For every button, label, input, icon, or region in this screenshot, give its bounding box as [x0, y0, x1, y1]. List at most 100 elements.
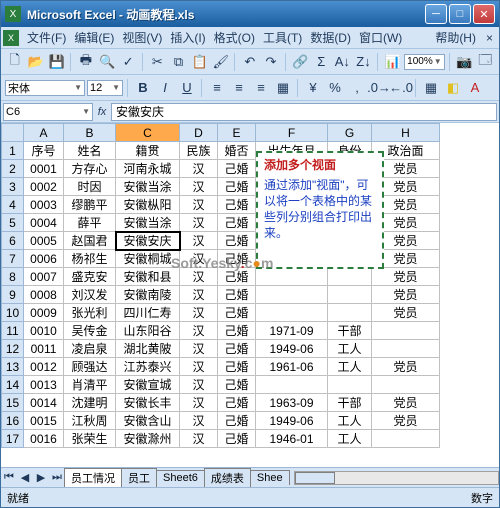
cell[interactable]: 干部	[328, 322, 372, 340]
cell[interactable]: 汉	[180, 304, 218, 322]
sort-desc-icon[interactable]: Z↓	[354, 52, 373, 72]
doc-close-button[interactable]: ×	[482, 31, 497, 45]
percent-icon[interactable]: %	[325, 78, 345, 98]
fill-color-icon[interactable]: ◧	[443, 78, 463, 98]
cell[interactable]: 工人	[328, 358, 372, 376]
inc-decimal-icon[interactable]: .0→	[369, 78, 389, 98]
cell[interactable]: 盛克安	[64, 268, 116, 286]
cell[interactable]: 党员	[372, 268, 440, 286]
cell[interactable]: 籍贯	[116, 142, 180, 160]
cell[interactable]: 汉	[180, 196, 218, 214]
cell[interactable]: 0010	[24, 322, 64, 340]
row-header[interactable]: 10	[2, 304, 24, 322]
cell[interactable]: 湖北黄陂	[116, 340, 180, 358]
cell[interactable]: 民族	[180, 142, 218, 160]
cell[interactable]: 1961-06	[256, 358, 328, 376]
print-icon[interactable]: 🖶	[76, 52, 95, 72]
cell[interactable]	[256, 286, 328, 304]
new-icon[interactable]: 🗋	[5, 52, 24, 72]
cell[interactable]: 党员	[372, 286, 440, 304]
cell[interactable]: 1949-06	[256, 340, 328, 358]
cell[interactable]: 己婚	[218, 340, 256, 358]
spell-icon[interactable]: ✓	[119, 52, 138, 72]
row-header[interactable]: 9	[2, 286, 24, 304]
row-header[interactable]: 17	[2, 430, 24, 448]
cell[interactable]: 安徽枞阳	[116, 196, 180, 214]
cell[interactable]: 肖清平	[64, 376, 116, 394]
bold-icon[interactable]: B	[133, 78, 153, 98]
paste-icon[interactable]: 📋	[190, 52, 209, 72]
redo-icon[interactable]: ↷	[261, 52, 280, 72]
cell[interactable]: 汉	[180, 232, 218, 250]
cell[interactable]: 党员	[372, 358, 440, 376]
cell[interactable]: 0016	[24, 430, 64, 448]
cell[interactable]: 张光利	[64, 304, 116, 322]
align-right-icon[interactable]: ≡	[251, 78, 271, 98]
dec-decimal-icon[interactable]: ←.0	[391, 78, 411, 98]
cell[interactable]: 1946-01	[256, 430, 328, 448]
tab-first-icon[interactable]: ⏮	[1, 470, 17, 486]
preview-icon[interactable]: 🔍	[98, 52, 117, 72]
cell[interactable]: 顾强达	[64, 358, 116, 376]
formula-bar[interactable]: 安徽安庆	[111, 103, 497, 121]
cell[interactable]: 0006	[24, 250, 64, 268]
menu-edit[interactable]: 编辑(E)	[70, 27, 118, 48]
cell[interactable]: 汉	[180, 430, 218, 448]
menu-help[interactable]: 帮助(H)	[431, 27, 480, 48]
name-box[interactable]: C6▼	[3, 103, 93, 121]
cell[interactable]: 工人	[328, 412, 372, 430]
menu-file[interactable]: 文件(F)	[23, 27, 70, 48]
cell[interactable]	[372, 376, 440, 394]
menu-format[interactable]: 格式(O)	[210, 27, 259, 48]
menu-view[interactable]: 视图(V)	[118, 27, 166, 48]
cell[interactable]: 己婚	[218, 376, 256, 394]
zoom-combo[interactable]: 100%▼	[404, 54, 444, 70]
cell[interactable]: 己婚	[218, 394, 256, 412]
row-header[interactable]: 8	[2, 268, 24, 286]
cell[interactable]: 汉	[180, 394, 218, 412]
cell[interactable]: 己婚	[218, 322, 256, 340]
cell[interactable]: 安徽桐城	[116, 250, 180, 268]
col-header[interactable]: A	[24, 124, 64, 142]
cell[interactable]: 赵国君	[64, 232, 116, 250]
underline-icon[interactable]: U	[177, 78, 197, 98]
col-header[interactable]: D	[180, 124, 218, 142]
cell[interactable]	[328, 304, 372, 322]
cell[interactable]: 汉	[180, 160, 218, 178]
cell[interactable]: 己婚	[218, 430, 256, 448]
cell[interactable]: 己婚	[218, 250, 256, 268]
menu-window[interactable]: 窗口(W)	[355, 27, 406, 48]
comma-icon[interactable]: ,	[347, 78, 367, 98]
cell[interactable]: 汉	[180, 214, 218, 232]
cell[interactable]: 己婚	[218, 358, 256, 376]
minimize-button[interactable]: ─	[425, 4, 447, 24]
merge-icon[interactable]: ▦	[273, 78, 293, 98]
row-header[interactable]: 16	[2, 412, 24, 430]
cell[interactable]: 汉	[180, 412, 218, 430]
cell[interactable]: 缪鹏平	[64, 196, 116, 214]
cell[interactable]	[372, 322, 440, 340]
col-header[interactable]: B	[64, 124, 116, 142]
cell[interactable]: 汉	[180, 322, 218, 340]
tab-prev-icon[interactable]: ◀	[17, 470, 33, 486]
maximize-button[interactable]: □	[449, 4, 471, 24]
select-all-corner[interactable]	[2, 124, 24, 142]
cell[interactable]: 己婚	[218, 304, 256, 322]
link-icon[interactable]: 🔗	[291, 52, 310, 72]
doc-excel-icon[interactable]: X	[3, 30, 19, 46]
cell[interactable]: 0015	[24, 412, 64, 430]
sheet-tab[interactable]: 员工情况	[64, 468, 122, 487]
cell[interactable]: 四川仁寿	[116, 304, 180, 322]
menu-data[interactable]: 数据(D)	[306, 27, 355, 48]
cell[interactable]: 杨祁生	[64, 250, 116, 268]
tab-last-icon[interactable]: ⏭	[49, 470, 65, 486]
sheet-tab[interactable]: 成绩表	[204, 468, 251, 487]
cell[interactable]: 凌启泉	[64, 340, 116, 358]
row-header[interactable]: 5	[2, 214, 24, 232]
open-icon[interactable]: 📂	[26, 52, 45, 72]
row-header[interactable]: 4	[2, 196, 24, 214]
cell[interactable]: 姓名	[64, 142, 116, 160]
cell[interactable]: 安徽长丰	[116, 394, 180, 412]
cell[interactable]: 0014	[24, 394, 64, 412]
cell[interactable]	[328, 268, 372, 286]
